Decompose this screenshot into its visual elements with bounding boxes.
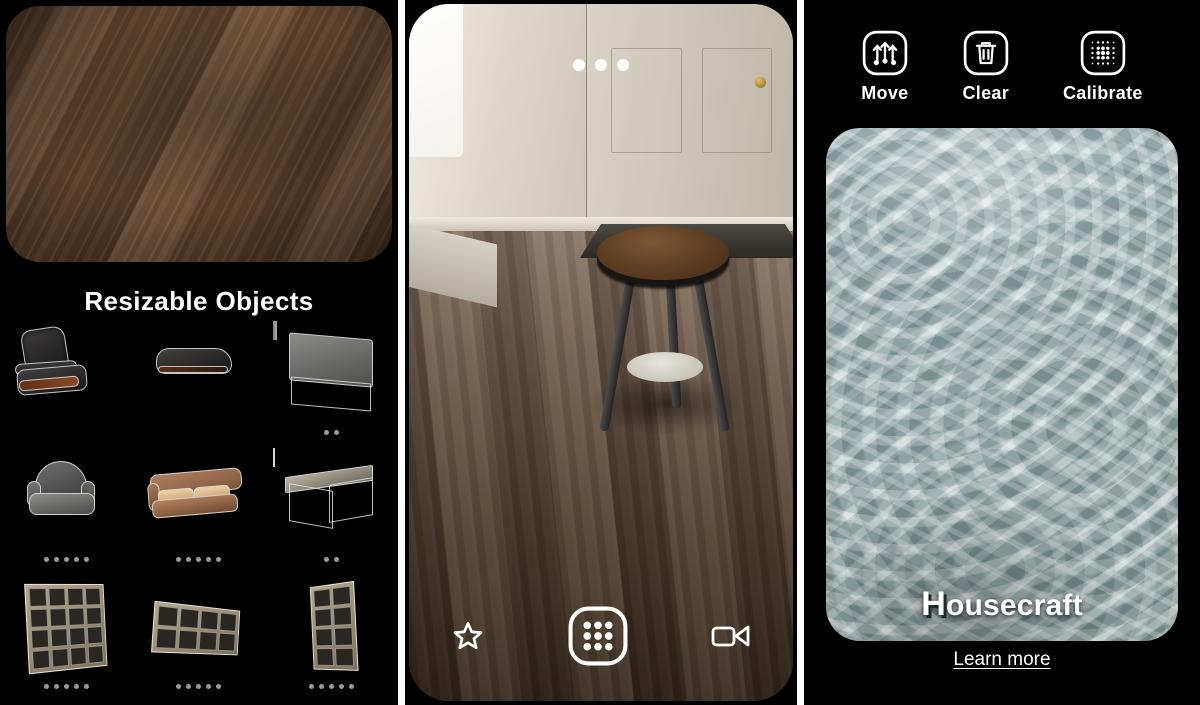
tool-clear-label: Clear xyxy=(962,83,1009,103)
size-dots xyxy=(324,553,340,565)
wood-floor-camera-preview xyxy=(6,6,392,262)
star-icon xyxy=(453,621,483,650)
sofa-icon xyxy=(140,449,258,553)
tool-move[interactable]: Move xyxy=(861,30,908,104)
object-item-shelving-unit-narrow[interactable] xyxy=(265,576,398,703)
object-item-coffee-table[interactable] xyxy=(265,448,398,576)
shelving-unit-tall-icon xyxy=(7,576,125,680)
object-item-lounge-chair[interactable] xyxy=(0,322,133,449)
video-camera-icon xyxy=(711,625,750,647)
object-item-ottoman[interactable] xyxy=(133,322,266,449)
app-wordmark: Housecraft xyxy=(826,585,1178,624)
size-dots xyxy=(176,680,222,692)
panel-divider-right xyxy=(797,0,804,705)
trash-icon xyxy=(963,30,1008,76)
tool-calibrate-label: Calibrate xyxy=(1063,83,1143,103)
learn-more-link[interactable]: Learn more xyxy=(804,649,1200,671)
ar-status-dots xyxy=(409,59,793,71)
wordmark-rest: ousecraft xyxy=(945,589,1083,622)
size-dots xyxy=(309,680,355,692)
camera-preview-card[interactable] xyxy=(6,6,392,262)
panel-tools-branding: Move Clear Calibrate Housecraft Learn mo… xyxy=(804,0,1200,705)
object-grid xyxy=(0,321,398,703)
size-dots xyxy=(43,553,89,565)
nightstand-icon xyxy=(272,321,391,426)
coffee-table-icon xyxy=(272,448,391,553)
record-button[interactable] xyxy=(711,622,751,650)
grid-icon xyxy=(568,606,628,666)
accent-armchair-icon xyxy=(7,449,125,553)
screenshot-gallery: Resizable Objects Move Clear Calibrate H… xyxy=(0,0,1200,705)
wordmark-initial: H xyxy=(921,585,946,623)
dot-grid-icon xyxy=(1080,30,1126,76)
object-item-shelving-unit-tall[interactable] xyxy=(0,576,133,703)
lounge-chair-icon xyxy=(7,322,125,426)
size-dots xyxy=(43,680,89,692)
move-icon xyxy=(862,30,908,76)
panel-divider-left xyxy=(398,0,405,705)
size-dots xyxy=(324,426,340,438)
object-item-nightstand[interactable] xyxy=(265,321,398,449)
object-catalog-button[interactable] xyxy=(567,605,629,667)
shelving-unit-narrow-icon xyxy=(273,576,391,680)
favorite-button[interactable] xyxy=(451,619,485,653)
shelving-unit-wide-icon xyxy=(140,576,258,680)
water-texture-preview xyxy=(826,128,1178,641)
object-item-sofa[interactable] xyxy=(133,449,266,576)
tool-move-label: Move xyxy=(861,83,909,103)
ar-scene-window xyxy=(409,4,463,158)
ottoman-icon xyxy=(140,322,258,426)
object-item-accent-armchair[interactable] xyxy=(0,449,133,576)
panel-ar-camera xyxy=(405,0,797,705)
size-dots xyxy=(176,553,222,565)
ar-placed-object-side-table[interactable] xyxy=(585,226,741,446)
tool-clear[interactable]: Clear xyxy=(962,30,1009,104)
object-item-shelving-unit-wide[interactable] xyxy=(133,576,266,703)
ar-camera-view[interactable] xyxy=(409,4,793,701)
texture-preview-card[interactable]: Housecraft xyxy=(826,128,1178,641)
tool-calibrate[interactable]: Calibrate xyxy=(1063,30,1143,104)
ar-bottom-toolbar xyxy=(409,605,793,667)
panel-object-browser: Resizable Objects xyxy=(0,0,398,705)
tools-toolbar: Move Clear Calibrate xyxy=(804,30,1200,104)
page-title: Resizable Objects xyxy=(84,286,314,316)
ar-scene-door xyxy=(585,4,793,224)
